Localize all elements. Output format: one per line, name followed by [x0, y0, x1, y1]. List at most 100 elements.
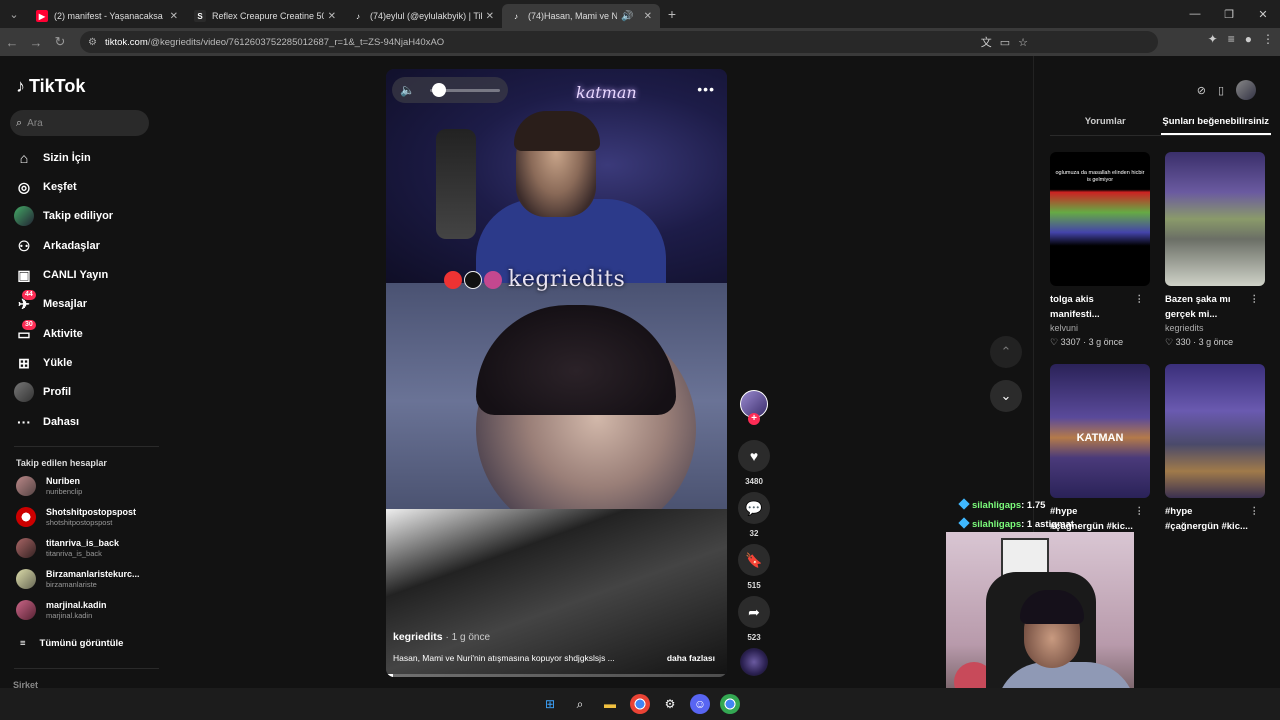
video-thumbnail[interactable]: KATMAN — [1050, 364, 1150, 498]
video-thumbnail[interactable] — [1165, 152, 1265, 286]
previous-video-button[interactable]: ⌃ — [990, 336, 1022, 368]
profile-icon[interactable]: ● — [1245, 32, 1252, 46]
video-thumbnail[interactable] — [1165, 364, 1265, 498]
tiktok-logo[interactable]: ♪ TikTok — [16, 76, 85, 97]
file-explorer-icon[interactable]: ▬ — [600, 694, 620, 714]
tab-you-may-like[interactable]: Şunları beğenebilirsiniz — [1160, 114, 1271, 135]
live-icon: ▣ — [17, 266, 31, 283]
more-link[interactable]: daha fazlası — [667, 653, 715, 663]
sidebar-item-following[interactable]: Takip ediliyor — [14, 204, 113, 228]
search-icon[interactable]: ⌕ — [570, 694, 590, 714]
sidebar-item-for-you[interactable]: ⌂ Sizin İçin — [14, 146, 91, 170]
see-all-button[interactable]: ≡ Tümünü görüntüle — [20, 638, 123, 649]
browser-tab[interactable]: ▶ (2) manifest - Yaşanacaksa | Offi ✕ — [28, 4, 186, 28]
volume-control[interactable]: 🔈 — [392, 77, 508, 103]
forward-button[interactable]: → — [24, 35, 48, 50]
browser-tab[interactable]: ♪ (74)eylul (@eylulakbyik) | TikTok ✕ — [344, 4, 502, 28]
media-icon[interactable]: ≡ — [1228, 32, 1235, 46]
cast-icon[interactable]: ▭ — [1000, 36, 1010, 49]
close-icon[interactable]: ✕ — [486, 11, 494, 22]
search-input[interactable]: ⌕ Ara — [10, 110, 149, 136]
minimize-button[interactable]: — — [1178, 8, 1212, 20]
tiktok-icon: ♪ — [514, 11, 518, 21]
speaker-icon[interactable]: 🔈 — [400, 83, 415, 97]
close-icon[interactable]: ✕ — [644, 11, 652, 22]
video-description: Hasan, Mami ve Nuri'nin atışmasına kopuy… — [393, 653, 615, 663]
discord-icon[interactable]: ☺ — [690, 694, 710, 714]
browser-tab-active[interactable]: ♪ (74)Hasan, Mami ve Nuri'ni 🔊 ✕ — [502, 4, 660, 28]
sidebar-item-upload[interactable]: ⊞ Yükle — [14, 351, 72, 375]
video-author[interactable]: kegriedits — [393, 631, 443, 643]
chrome-icon[interactable] — [630, 694, 650, 714]
tab-search-button[interactable]: ⌄ — [0, 0, 28, 28]
like-count: 3480 — [745, 477, 763, 486]
tab-comments[interactable]: Yorumlar — [1050, 114, 1161, 135]
music-disc[interactable] — [740, 648, 768, 676]
messages-badge: 44 — [22, 290, 36, 300]
recommended-video[interactable]: oglumuza da masallah elinden hicbir is g… — [1050, 152, 1150, 348]
divider — [14, 446, 159, 447]
following-account[interactable]: Nuriben nuribenclip — [16, 472, 82, 500]
badge-icon — [958, 517, 970, 529]
restore-button[interactable]: ❐ — [1212, 8, 1246, 21]
heart-outline-icon: ♡ — [1050, 337, 1059, 347]
thumbnail-caption: KATMAN — [1076, 432, 1124, 444]
close-icon[interactable]: ✕ — [328, 11, 336, 22]
new-tab-button[interactable]: + — [660, 6, 684, 22]
video-progress-bar[interactable] — [386, 674, 727, 677]
following-account[interactable]: Birzamanlaristekurc... birzamanlariste — [16, 565, 140, 593]
like-button[interactable]: ♥ — [738, 440, 770, 472]
device-icon[interactable]: ▯ — [1218, 84, 1224, 97]
follow-plus-icon[interactable]: + — [748, 413, 760, 425]
sidebar-item-more[interactable]: ··· Dahası — [14, 410, 79, 434]
sidebar-item-activity[interactable]: ▭ 30 Aktivite — [14, 320, 83, 346]
compass-icon[interactable]: ⊘ — [1197, 84, 1206, 97]
windows-start-icon[interactable]: ⊞ — [540, 694, 560, 714]
share-button[interactable]: ➦ — [738, 596, 770, 628]
more-options-icon[interactable]: ⋮ — [1135, 292, 1145, 307]
video-thumbnail[interactable]: oglumuza da masallah elinden hicbir is g… — [1050, 152, 1150, 286]
video-watermark: kegriedits — [444, 267, 625, 292]
sidebar-item-profile[interactable]: Profil — [14, 380, 71, 404]
recommended-video[interactable]: #hype ⋮ #çağnergün #kic... — [1165, 364, 1265, 534]
thumbnail-caption: oglumuza da masallah elinden hicbir is g… — [1055, 170, 1145, 183]
card-username[interactable]: kelvuni — [1050, 323, 1150, 333]
app-icon[interactable]: ⚙ — [660, 694, 680, 714]
close-window-button[interactable]: ✕ — [1246, 8, 1280, 21]
reload-button[interactable]: ↻ — [48, 34, 72, 50]
user-avatar[interactable] — [1236, 80, 1256, 100]
save-button[interactable]: 🔖 — [738, 544, 770, 576]
audio-icon[interactable]: 🔊 — [621, 11, 633, 22]
site-info-icon[interactable]: ⚙ — [88, 37, 97, 48]
next-video-button[interactable]: ⌄ — [990, 380, 1022, 412]
following-account[interactable]: Shotshitpostopspost shotshitpostopspost — [16, 503, 136, 531]
following-account[interactable]: titanriva_is_back titanriva_is_back — [16, 534, 119, 562]
translate-icon[interactable]: 文 — [981, 34, 992, 50]
back-button[interactable]: ← — [0, 35, 24, 50]
sidebar-item-live[interactable]: ▣ CANLI Yayın — [14, 263, 108, 287]
following-title: Takip edilen hesaplar — [16, 458, 107, 468]
close-icon[interactable]: ✕ — [170, 11, 178, 22]
address-bar[interactable]: ⚙ tiktok.com/@kegriedits/video/761260375… — [80, 31, 1158, 53]
comment-button[interactable]: 💬 — [738, 492, 770, 524]
chrome-active-icon[interactable] — [720, 694, 740, 714]
sidebar-item-explore[interactable]: ◎ Keşfet — [14, 175, 77, 199]
bookmark-star-icon[interactable]: ☆ — [1018, 36, 1028, 49]
browser-tab[interactable]: S Reflex Creapure Creatine 500 G ✕ — [186, 4, 344, 28]
video-player[interactable]: katman kegriedits 🔈 ••• kegriedits · 1 g… — [386, 69, 727, 677]
more-options-icon[interactable]: ⋮ — [1250, 292, 1260, 307]
more-options-icon[interactable]: ••• — [697, 81, 715, 97]
extensions-icon[interactable]: ✦ — [1208, 32, 1218, 46]
company-link[interactable]: Şirket — [13, 680, 38, 688]
search-icon: ⌕ — [16, 116, 23, 129]
menu-icon[interactable]: ⋮ — [1262, 32, 1274, 46]
volume-knob[interactable] — [431, 83, 446, 97]
sidebar-item-friends[interactable]: ⚇ Arkadaşlar — [14, 234, 100, 258]
more-options-icon[interactable]: ⋮ — [1135, 504, 1145, 519]
following-account[interactable]: marjinal.kadin marjinal.kadin — [16, 596, 107, 624]
sidebar-item-messages[interactable]: ✈ 44 Mesajlar — [14, 290, 87, 316]
recommended-video[interactable]: Bazen şaka mı ⋮ gerçek mi... kegriedits ♡ … — [1165, 152, 1265, 348]
more-options-icon[interactable]: ⋮ — [1250, 504, 1260, 519]
card-username[interactable]: kegriedits — [1165, 323, 1265, 333]
activity-badge: 30 — [22, 320, 36, 330]
